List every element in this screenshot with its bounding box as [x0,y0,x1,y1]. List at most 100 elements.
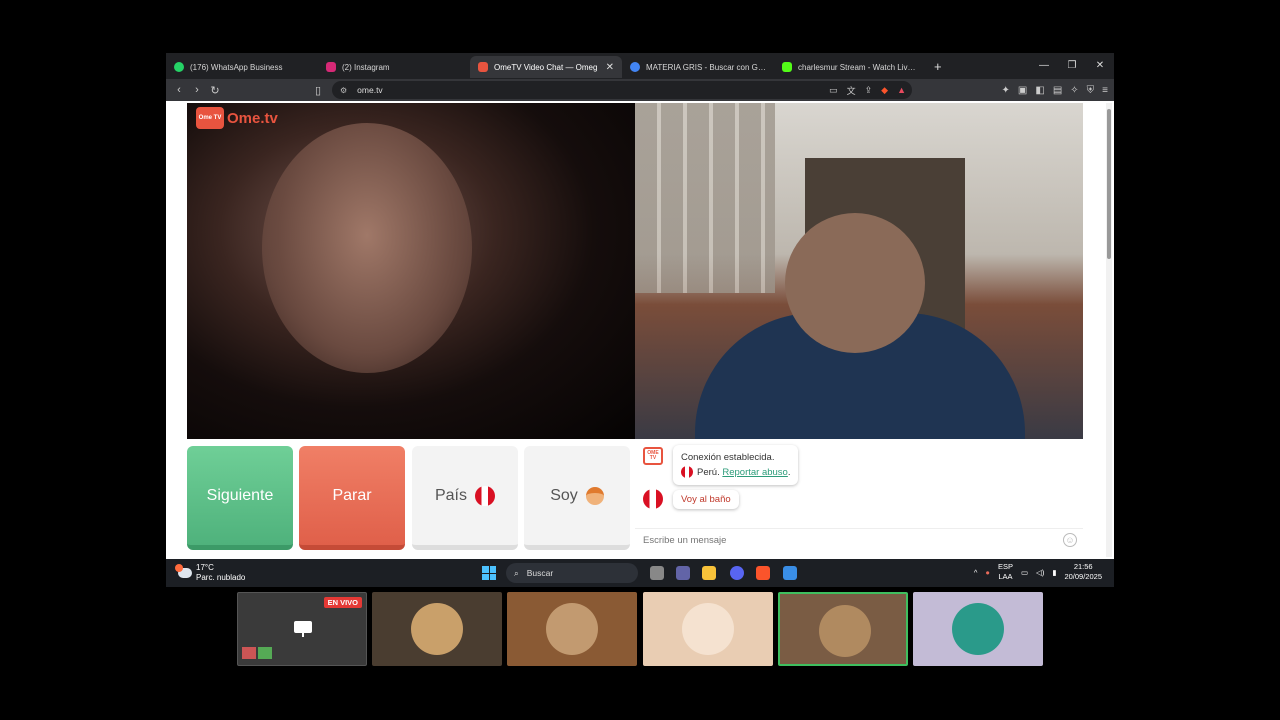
windows-start-icon[interactable] [482,566,496,580]
gender-label: Soy [550,486,578,504]
ometv-page: Ome TV Ome.tv Siguiente Parar País Soy O… [166,101,1114,559]
message-input[interactable] [635,529,1035,551]
tab-title: charlesmur Stream - Watch Live on K [798,62,918,72]
menu-icon[interactable]: ≡ [1102,85,1108,96]
emoji-icon[interactable]: ☺ [1063,533,1077,547]
tab-ometv[interactable]: OmeTV Video Chat — Omeg ✕ [470,56,622,78]
microphone-icon[interactable]: ● [985,568,990,577]
tab-kick[interactable]: charlesmur Stream - Watch Live on K [774,56,926,78]
mini-next-button [258,647,272,659]
cast-icon[interactable]: ▭ [829,85,838,96]
discord-icon[interactable] [730,566,744,580]
clock-date: 20/09/2025 [1064,572,1102,581]
next-label: Siguiente [206,486,274,504]
instagram-icon [326,62,336,72]
vpn-icon[interactable]: ⛨ [1087,85,1095,96]
country-button[interactable]: País [412,446,518,550]
kick-icon [782,62,792,72]
toolbar-right: ✦ ▣ ◧ ▤ ✧ ⛨ ≡ [1002,79,1108,101]
self-face [785,213,925,353]
participant-tile-speaking[interactable] [778,592,908,666]
tab-google[interactable]: MATERIA GRIS - Buscar con Google [622,56,774,78]
tab-title: MATERIA GRIS - Buscar con Google [646,62,766,72]
peru-flag-icon [681,466,693,479]
message-input-bar: ☺ [635,528,1083,552]
volume-icon[interactable]: ◁) [1036,568,1044,577]
lang-layout: LAA [998,572,1013,581]
connection-text: Conexión establecida. [681,452,775,463]
gender-button[interactable]: Soy [524,446,630,550]
teams-icon[interactable] [676,566,690,580]
tab-instagram[interactable]: (2) Instagram [318,56,470,78]
tab-title: (2) Instagram [342,62,390,72]
windows-taskbar: 17°C Parc. nublado ⌕ Buscar ^ ● ESP LAA [166,559,1114,587]
task-view-icon[interactable] [650,566,664,580]
country-label: País [434,486,467,504]
live-badge: EN VIVO [323,597,362,608]
navigation-bar: ‹ › ↻ ▯ ⚙ ome.tv ▭ 文 ⇪ ◆ ▲ ✦ ▣ ◧ ▤ ✧ ⛨ ≡ [166,79,1114,101]
stranger-video [187,103,635,439]
language-indicator[interactable]: ESP LAA [998,562,1013,582]
self-video [635,103,1083,439]
stranger-face [262,123,472,373]
participant-screen-share[interactable]: EN VIVO [237,592,367,666]
brave-icon[interactable] [756,566,770,580]
forward-icon[interactable]: › [188,84,206,96]
photos-icon[interactable] [783,566,797,580]
scrollbar-thumb[interactable] [1107,109,1111,259]
battery-icon[interactable]: ▮ [1052,568,1056,577]
participant-tile[interactable] [913,592,1043,666]
screen-share-icon [294,621,312,637]
leo-ai-icon[interactable]: ✧ [1070,85,1078,96]
clock[interactable]: 21:56 20/09/2025 [1064,562,1102,582]
wallet-icon[interactable]: ▤ [1053,85,1062,96]
google-icon [630,62,640,72]
bookmark-icon[interactable]: ▯ [309,84,327,97]
avatar [411,603,463,655]
participant-tile[interactable] [507,592,637,666]
restore-icon[interactable]: ❐ [1058,53,1086,79]
ometv-system-icon: OME TV [643,447,663,465]
tab-bar: (176) WhatsApp Business (2) Instagram Om… [166,53,1114,79]
whatsapp-icon [174,62,184,72]
brave-shields-icon[interactable]: ◆ [881,85,888,96]
tab-whatsapp[interactable]: (176) WhatsApp Business [166,56,318,78]
posters [635,103,775,293]
weather-widget[interactable]: 17°C Parc. nublado [175,563,246,583]
brave-rewards-icon[interactable]: ▲ [897,85,906,95]
close-tab-icon[interactable]: ✕ [606,62,614,73]
share-icon[interactable]: ⇪ [865,85,873,96]
network-icon[interactable]: ▭ [1021,568,1028,577]
back-icon[interactable]: ‹ [170,84,188,96]
browser-window: (176) WhatsApp Business (2) Instagram Om… [166,53,1114,587]
tray-chevron-icon[interactable]: ^ [974,568,978,577]
translate-icon[interactable]: 文 [847,84,856,97]
file-explorer-icon[interactable] [702,566,716,580]
clock-time: 21:56 [1073,562,1093,571]
weather-cloud-icon [175,564,192,578]
page-scrollbar[interactable] [1106,103,1112,557]
ometv-logo[interactable]: Ome TV Ome.tv [196,107,278,129]
participant-tile[interactable] [372,592,502,666]
peru-flag-icon [475,485,495,506]
sidebar-icon[interactable]: ◧ [1035,85,1044,96]
next-button[interactable]: Siguiente [187,446,293,550]
screenshot-icon[interactable]: ▣ [1018,85,1027,96]
new-tab-button[interactable]: + [934,59,942,74]
report-abuse-link[interactable]: Reportar abuso [722,467,787,478]
participant-tile[interactable] [643,592,773,666]
reload-icon[interactable]: ↻ [206,84,224,97]
close-window-icon[interactable]: ✕ [1086,53,1114,79]
boy-emoji-icon [585,486,604,505]
extensions-icon[interactable]: ✦ [1002,85,1010,96]
system-message: Conexión establecida. Perú. Reportar abu… [673,445,799,485]
system-tray: ^ ● ESP LAA ▭ ◁) ▮ 21:56 20/09/2025 [974,562,1102,582]
taskbar-search[interactable]: ⌕ Buscar [506,563,638,583]
avatar [682,603,734,655]
site-info-icon[interactable]: ⚙ [340,86,347,95]
mini-stop-button [242,647,256,659]
stop-button[interactable]: Parar [299,446,405,550]
weather-desc: Parc. nublado [196,573,246,582]
minimize-icon[interactable]: — [1030,53,1058,79]
address-bar[interactable]: ⚙ ome.tv ▭ 文 ⇪ ◆ ▲ [332,81,912,99]
